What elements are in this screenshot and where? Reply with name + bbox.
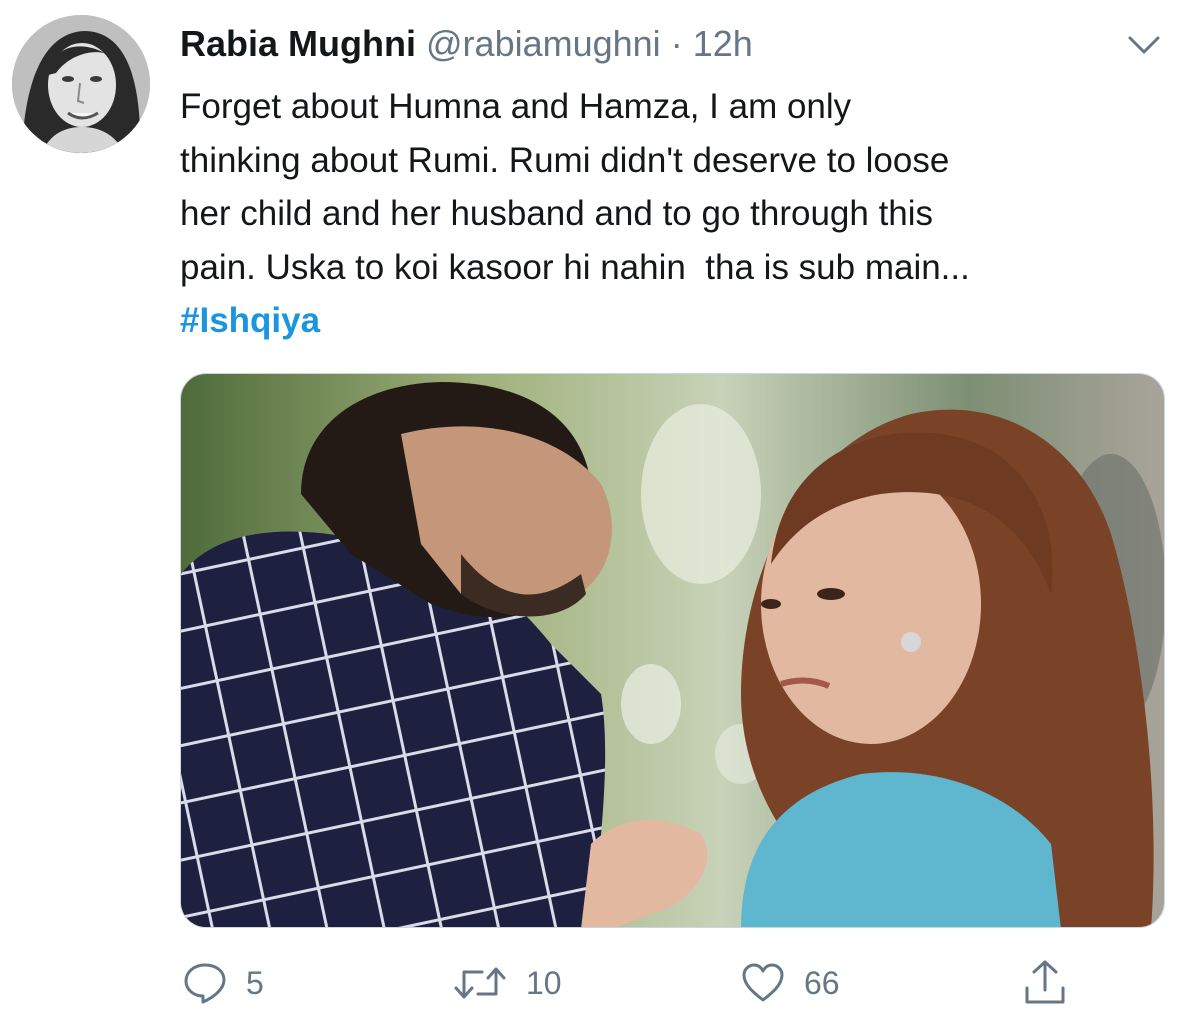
tweet-text-line: pain. Uska to koi kasoor hi nahin tha is… (180, 247, 970, 287)
tweet: Rabia Mughni @rabiamughni · 12h Forget a… (0, 0, 1192, 1010)
media-photo (181, 374, 1164, 927)
author-handle[interactable]: @rabiamughni (426, 23, 661, 64)
share-button[interactable] (1022, 955, 1068, 1010)
retweet-icon (454, 967, 506, 999)
more-options-button[interactable] (1124, 30, 1164, 60)
retweet-count: 10 (526, 965, 562, 1001)
tweet-text: Forget about Humna and Hamza, I am only … (180, 80, 1170, 348)
reply-icon (184, 963, 226, 1004)
tweet-timestamp[interactable]: 12h (693, 23, 753, 64)
tweet-text-line: Forget about Humna and Hamza, I am only (180, 87, 852, 126)
chevron-down-icon (1128, 36, 1160, 54)
retweet-button[interactable]: 10 (452, 955, 562, 1010)
like-count: 66 (804, 965, 840, 1001)
tweet-text-line: thinking about Rumi. Rumi didn't deserve… (180, 140, 950, 180)
reply-count: 5 (246, 965, 264, 1001)
share-icon (1025, 960, 1065, 1004)
heart-icon (742, 963, 784, 1002)
avatar-photo (12, 15, 150, 153)
tweet-media-image[interactable] (180, 373, 1165, 928)
tweet-text-line: her child and her husband and to go thro… (180, 194, 934, 233)
like-button[interactable]: 66 (740, 955, 840, 1010)
tweet-actions: 5 10 66 (0, 955, 1192, 1010)
reply-button[interactable]: 5 (182, 955, 264, 1010)
tweet-header: Rabia Mughni @rabiamughni · 12h (180, 22, 753, 66)
hashtag-link[interactable]: #Ishqiya (180, 294, 320, 348)
separator-dot: · (670, 23, 683, 64)
author-name[interactable]: Rabia Mughni (180, 23, 416, 64)
avatar[interactable] (12, 15, 150, 153)
